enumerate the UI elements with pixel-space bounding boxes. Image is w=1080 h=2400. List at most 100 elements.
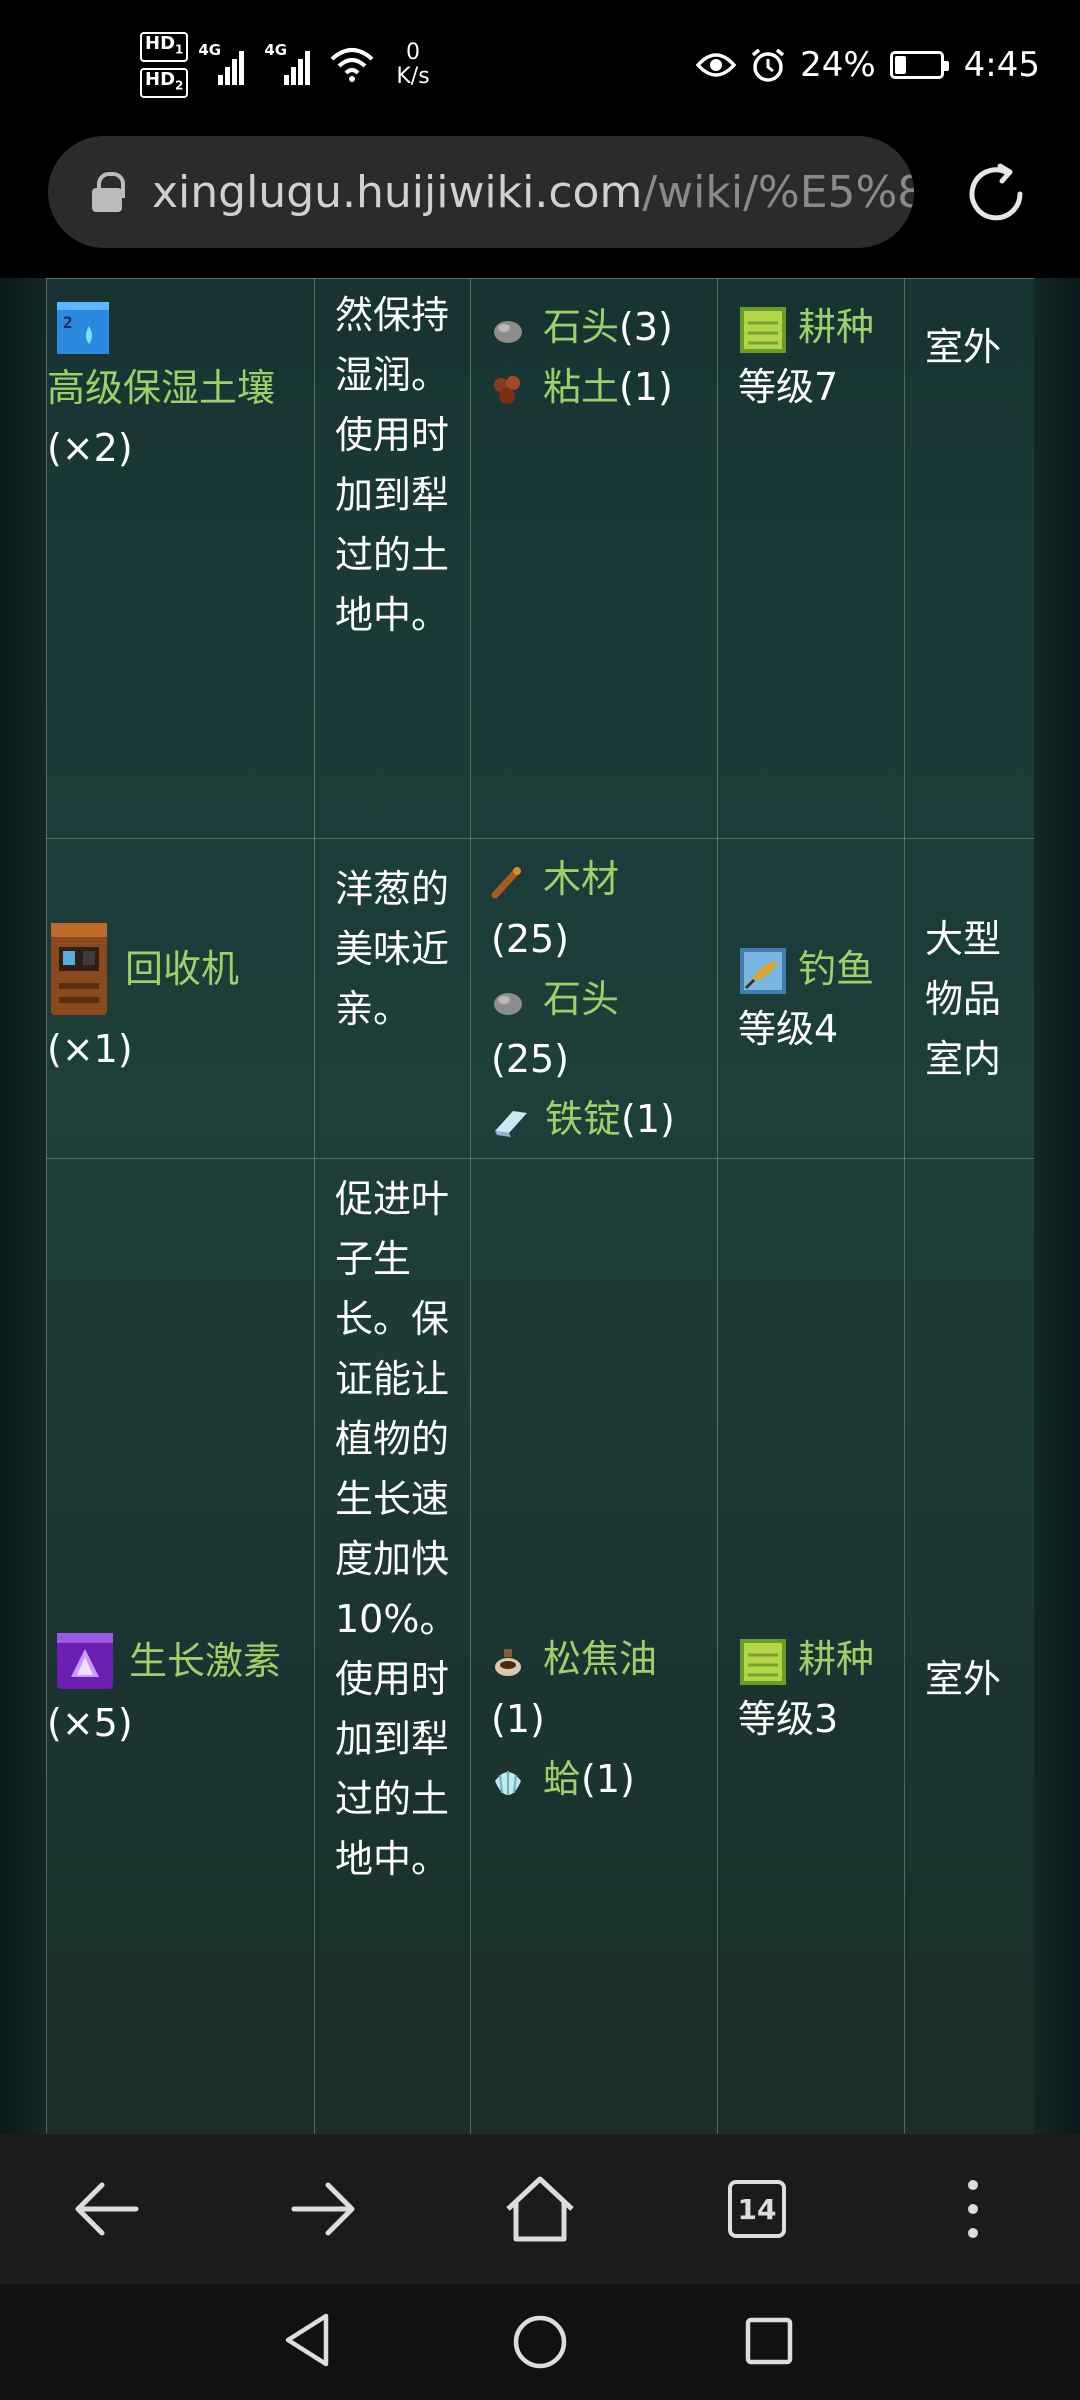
hd-indicators: HD1 HD2 (140, 32, 189, 98)
back-button[interactable] (62, 2164, 152, 2254)
hd-2-badge: HD2 (140, 68, 189, 98)
ingredient-item: 铁锭(1) (491, 1089, 717, 1149)
location-cell: 大型物品室内 (904, 838, 1035, 1159)
item-cell: 生长激素 (×5) (46, 1158, 315, 2134)
battery-percent: 24% (800, 45, 876, 85)
svg-text:2: 2 (63, 313, 73, 332)
menu-button[interactable] (928, 2164, 1018, 2254)
table-row: 回收机 (×1) 洋葱的美味近亲。 木材 (25) 石头 (25) 铁锭(1) (46, 838, 1035, 1159)
item-quantity: (×1) (47, 1026, 133, 1071)
lock-icon (92, 172, 125, 212)
ingredient-name-link[interactable]: 木材 (543, 857, 619, 901)
location-cell: 室外 (904, 278, 1035, 839)
farming-skill-icon (740, 1638, 786, 1685)
arrow-left-icon (75, 2182, 139, 2236)
location-text: 大型物品室内 (925, 916, 1002, 1081)
skill-name-link[interactable]: 耕种 (798, 305, 874, 349)
ingredients-cell: 石头(3) 粘土(1) (470, 278, 718, 839)
farming-skill-icon (740, 306, 786, 353)
reload-icon[interactable] (962, 160, 1030, 228)
system-home-icon[interactable] (512, 2314, 568, 2370)
crafting-table: 2 高级保湿土壤 (×2) 然保持湿润。使用时加到犁过的土地中。 石头(3) 粘… (46, 278, 1035, 2134)
recycling-machine-icon[interactable] (47, 919, 111, 1019)
ingredient-item: 蛤(1) (491, 1749, 717, 1809)
network-speed-unit: K/s (396, 64, 430, 89)
ingredient-qty: (1) (621, 1097, 675, 1141)
home-button[interactable] (495, 2164, 585, 2254)
ingredient-name-link[interactable]: 松焦油 (543, 1637, 657, 1681)
item-description: 洋葱的美味近亲。 (335, 867, 450, 1031)
stone-icon (494, 992, 522, 1015)
network-speed: 0 K/s (396, 41, 429, 89)
skill-cell: 钓鱼 等级4 (717, 838, 905, 1159)
url-host: xinglugu.huijiwiki.com (152, 166, 643, 218)
skill-level: 等级3 (738, 1697, 839, 1741)
ingredient-qty: (1) (581, 1757, 635, 1801)
clock: 4:45 (963, 45, 1040, 85)
system-back-icon[interactable] (282, 2312, 332, 2368)
signal-2-icon: 4G (264, 41, 311, 85)
status-right: 24% 4:45 (696, 40, 1040, 90)
clam-icon (495, 1770, 521, 1795)
more-vertical-icon (968, 2180, 978, 2238)
ingredient-item: 石头(3) (491, 297, 717, 357)
signal-1-icon: 4G (198, 41, 245, 85)
system-nav-bar (0, 2284, 1080, 2400)
description-cell: 促进叶子生长。保证能让植物的生长速度加快10%。使用时加到犁过的土地中。 (314, 1158, 471, 2134)
home-icon (506, 2176, 574, 2242)
skill-cell: 耕种 等级3 (717, 1158, 905, 2134)
skill-name-link[interactable]: 钓鱼 (798, 947, 874, 991)
wood-icon (491, 866, 521, 898)
item-name-link[interactable]: 生长激素 (129, 1631, 281, 1691)
network-speed-value: 0 (406, 40, 421, 65)
tab-count-badge: 14 (728, 2180, 786, 2238)
ingredient-name-link[interactable]: 石头 (543, 977, 619, 1021)
ingredient-qty: (3) (619, 305, 673, 349)
location-text: 室外 (925, 1657, 1002, 1701)
table-row: 2 高级保湿土壤 (×2) 然保持湿润。使用时加到犁过的土地中。 石头(3) 粘… (46, 278, 1035, 839)
ingredient-qty: (1) (491, 1697, 545, 1741)
ingredient-name-link[interactable]: 粘土 (543, 365, 619, 409)
ingredient-qty: (25) (491, 917, 570, 961)
skill-level: 等级7 (738, 365, 839, 409)
network-1-label: 4G (198, 41, 222, 59)
address-bar[interactable]: xinglugu.huijiwiki.com/wiki/%E5%8 (48, 136, 914, 248)
speed-gro-icon[interactable] (53, 1629, 117, 1693)
item-quantity: (×2) (47, 425, 133, 470)
browser-bottom-bar: 14 (0, 2134, 1080, 2284)
description-cell: 洋葱的美味近亲。 (314, 838, 471, 1159)
wifi-icon (331, 48, 374, 82)
ingredient-name-link[interactable]: 铁锭 (545, 1097, 621, 1141)
ingredients-cell: 松焦油 (1) 蛤(1) (470, 1158, 718, 2134)
eye-comfort-icon (696, 53, 737, 77)
item-name-link[interactable]: 高级保湿土壤 (47, 366, 275, 410)
hd-1-badge: HD1 (140, 32, 189, 62)
item-name-link[interactable]: 回收机 (125, 939, 239, 999)
tabs-button[interactable]: 14 (712, 2164, 802, 2254)
skill-name-link[interactable]: 耕种 (798, 1637, 874, 1681)
battery-icon (889, 51, 949, 79)
url-path: /wiki/%E5%8 (642, 166, 914, 218)
url-text[interactable]: xinglugu.huijiwiki.com/wiki/%E5%8 (152, 167, 914, 218)
network-2-label: 4G (264, 41, 288, 59)
fishing-skill-icon (740, 948, 786, 994)
ingredient-item: 石头 (25) (491, 969, 717, 1089)
status-bar: HD1 HD2 4G 4G 0 K/s 24% 4:45 (0, 0, 1080, 130)
ingredient-name-link[interactable]: 石头 (543, 305, 619, 349)
ingredient-name-link[interactable]: 蛤 (543, 1757, 581, 1801)
ingredient-qty: (25) (491, 1037, 570, 1081)
location-cell: 室外 (904, 1158, 1035, 2134)
deluxe-retaining-soil-icon[interactable]: 2 (53, 298, 113, 358)
forward-button[interactable] (278, 2164, 368, 2254)
item-description: 然保持湿润。使用时加到犁过的土地中。 (335, 293, 450, 637)
ingredient-item: 松焦油 (1) (491, 1629, 717, 1749)
ingredient-item: 木材 (25) (491, 849, 717, 969)
location-text: 室外 (925, 325, 1002, 369)
skill-level: 等级4 (738, 1006, 839, 1051)
item-cell: 2 高级保湿土壤 (×2) (46, 278, 315, 839)
alarm-icon (751, 48, 785, 82)
ingredient-qty: (1) (619, 365, 673, 409)
status-left: HD1 HD2 4G 4G 0 K/s (140, 30, 430, 100)
system-recents-icon[interactable] (744, 2316, 794, 2366)
item-cell: 回收机 (×1) (46, 838, 315, 1159)
